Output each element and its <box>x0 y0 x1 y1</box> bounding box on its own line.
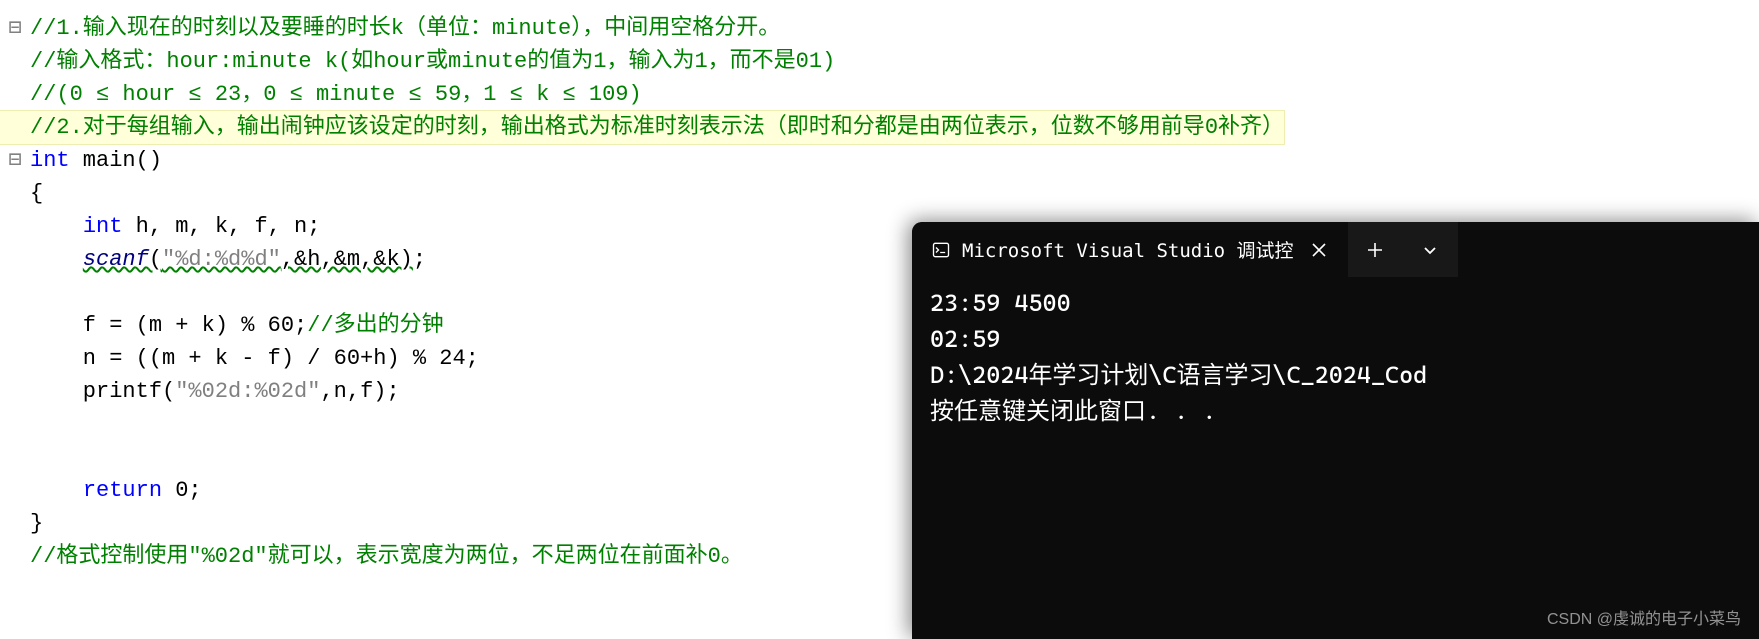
code-line[interactable]: //2.对于每组输入，输出闹钟应该设定的时刻，输出格式为标准时刻表示法（即时和分… <box>0 111 1284 144</box>
code-token <box>30 478 83 503</box>
code-token: n = ((m + k - f) / 60+h) % 24; <box>30 346 479 371</box>
code-token: ( <box>149 247 162 272</box>
fold-toggle[interactable]: ⊟ <box>0 12 30 45</box>
code-token: main() <box>70 148 162 173</box>
gutter <box>0 375 30 408</box>
code-token: ,n,f); <box>320 379 399 404</box>
gutter <box>0 177 30 210</box>
gutter <box>0 309 30 342</box>
code-line[interactable]: ⊟int main() <box>0 144 1284 177</box>
code-line[interactable]: { <box>0 177 1284 210</box>
code-line[interactable]: //输入格式：hour:minute k(如hour或minute的值为1，输入… <box>0 45 1284 78</box>
code-token <box>30 214 83 239</box>
code-line[interactable]: //(0 ≤ hour ≤ 23，0 ≤ minute ≤ 59，1 ≤ k ≤… <box>0 78 1284 111</box>
terminal-tab-title: Microsoft Visual Studio 调试控 <box>962 236 1294 263</box>
code-token: //多出的分钟 <box>307 313 443 338</box>
gutter <box>0 276 30 309</box>
code-token: 0; <box>162 478 202 503</box>
gutter <box>0 243 30 276</box>
gutter <box>0 342 30 375</box>
close-icon[interactable] <box>1304 235 1334 265</box>
code-token: //(0 ≤ hour ≤ 23，0 ≤ minute ≤ 59，1 ≤ k ≤… <box>30 82 642 107</box>
code-token: { <box>30 181 43 206</box>
gutter <box>0 408 30 441</box>
code-token: } <box>30 511 43 536</box>
code-line[interactable]: ⊟//1.输入现在的时刻以及要睡的时长k（单位：minute），中间用空格分开。 <box>0 12 1284 45</box>
gutter <box>0 78 30 111</box>
gutter <box>0 210 30 243</box>
code-token: return <box>83 478 162 503</box>
debug-console-window[interactable]: Microsoft Visual Studio 调试控 23:59 4500 0… <box>912 222 1759 639</box>
gutter <box>0 474 30 507</box>
terminal-tab[interactable]: Microsoft Visual Studio 调试控 <box>912 222 1348 277</box>
code-token: int <box>83 214 123 239</box>
code-token: ; <box>413 247 426 272</box>
code-token <box>30 247 83 272</box>
code-token: scanf <box>83 247 149 272</box>
gutter <box>0 540 30 573</box>
code-token <box>30 412 43 437</box>
terminal-output[interactable]: 23:59 4500 02:59 D:\2024年学习计划\C语言学习\C_20… <box>912 277 1759 437</box>
watermark-text: CSDN @虔诚的电子小菜鸟 <box>1547 605 1741 629</box>
gutter <box>0 441 30 474</box>
code-token: //格式控制使用"%02d"就可以，表示宽度为两位，不足两位在前面补0。 <box>30 544 743 569</box>
code-token: "%02d:%02d" <box>175 379 320 404</box>
code-token: "%d:%d%d" <box>162 247 281 272</box>
code-token: //2.对于每组输入，输出闹钟应该设定的时刻，输出格式为标准时刻表示法（即时和分… <box>30 115 1284 140</box>
code-token: printf( <box>30 379 175 404</box>
cmd-icon <box>930 239 952 261</box>
tab-dropdown-button[interactable] <box>1403 222 1458 277</box>
code-token <box>30 445 43 470</box>
terminal-titlebar[interactable]: Microsoft Visual Studio 调试控 <box>912 222 1759 277</box>
code-token: f = (m + k) % 60; <box>30 313 307 338</box>
gutter <box>0 507 30 540</box>
gutter <box>0 45 30 78</box>
code-token <box>30 280 43 305</box>
code-token: //输入格式：hour:minute k(如hour或minute的值为1，输入… <box>30 49 835 74</box>
code-token: h, m, k, f, n; <box>122 214 320 239</box>
code-token: //1.输入现在的时刻以及要睡的时长k（单位：minute），中间用空格分开。 <box>30 16 780 41</box>
fold-toggle[interactable]: ⊟ <box>0 144 30 177</box>
code-token: ,&h,&m,&k) <box>281 247 413 272</box>
gutter <box>0 111 30 144</box>
code-token: int <box>30 148 70 173</box>
new-tab-button[interactable] <box>1348 222 1403 277</box>
